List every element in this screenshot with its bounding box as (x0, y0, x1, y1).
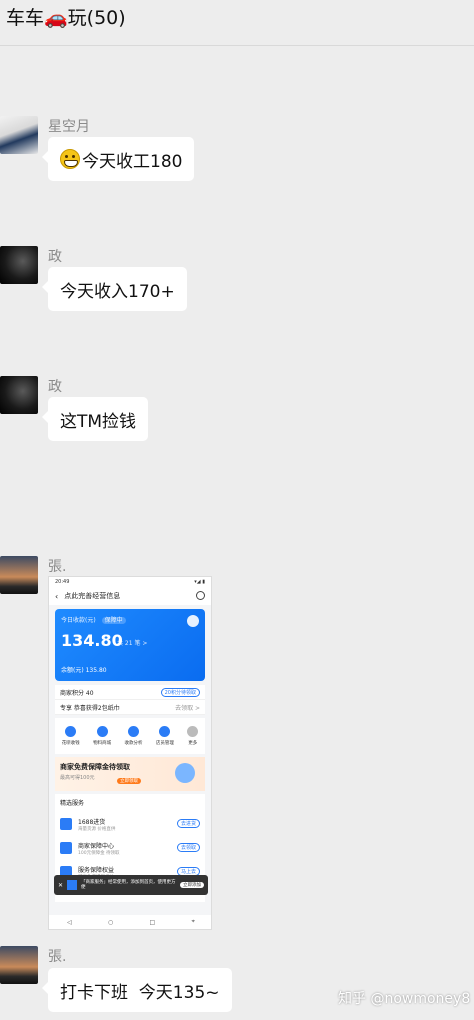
service-sub: 海量货源 价格直供 (78, 826, 116, 832)
grid-label: 收款分析 (124, 741, 143, 746)
grid-item: 物料商城 (93, 726, 111, 746)
protect-badge: 保障中 (101, 617, 126, 624)
income-card: 今日收款(元) 保障中 134.80 共 21 笔 > 余额(元) 135.80 (55, 609, 205, 681)
message-bubble[interactable]: 这TM捡钱 (41, 397, 149, 441)
grid-label: 更多 (188, 741, 198, 746)
feature-icon (159, 726, 171, 737)
feature-icon (96, 726, 108, 737)
service-title: 1688进货 (78, 818, 106, 826)
promo-illustration (175, 763, 195, 783)
speaker-icon (187, 615, 199, 627)
message-text: 今天收入170+ (60, 281, 175, 302)
service-item: 1688进货 海量货源 价格直供 去进货 (60, 812, 200, 836)
service-title: 商家保障中心 (78, 842, 115, 850)
promo-banner: 商家免费保障金待领取 最高可得100元 立即领取 (55, 757, 205, 791)
grid-label: 店员管理 (155, 741, 174, 746)
sender-name: 政 (48, 249, 62, 265)
service-item: 商家保障中心 100元保障金 待领取 去领取 (60, 836, 200, 860)
service-button: 去领取 (176, 843, 200, 852)
more-icon (187, 726, 199, 737)
watermark: 知乎 @nowmoney8 (338, 991, 471, 1007)
close-icon: ✕ (58, 881, 64, 889)
service-sub: 100元保障金 待领取 (78, 850, 120, 856)
back-icon: ◁ (67, 918, 72, 926)
grinning-face-emoji (60, 149, 80, 169)
service-button: 去进货 (176, 819, 200, 828)
transaction-count: 共 21 笔 > (117, 640, 148, 647)
back-arrow-icon: ‹ (55, 591, 59, 601)
phone-status-bar: 20:49 ▾◢ ▮ (49, 577, 211, 587)
add-to-home-toast: ✕ 「商家服务」经常使用，添加到首页，使用更方便 立即添加 (54, 875, 208, 895)
toast-text: 「商家服务」经常使用，添加到首页，使用更方便 (81, 879, 176, 890)
grid-label: 花呗收钱 (61, 741, 80, 746)
nav-title: 点此完善经营信息 (64, 592, 121, 600)
section-title: 精选服务 (60, 800, 85, 807)
promo-button: 立即领取 (117, 778, 141, 784)
sender-name: 張. (48, 949, 67, 965)
avatar[interactable] (0, 376, 38, 414)
message-text: 今天收工180 (82, 151, 183, 172)
toast-button: 立即添加 (180, 882, 204, 888)
today-label: 今日收款(元) (61, 617, 96, 624)
message-bubble[interactable]: 今天收工180 (41, 137, 195, 181)
balance-text: 余额(元) 135.80 (61, 667, 107, 674)
phone-nav-bar: ‹ 点此完善经营信息 (49, 587, 211, 605)
phone-navigation-bar: ◁ ○ □ ⌖ (49, 915, 211, 929)
message-bubble[interactable]: 今天收入170+ (42, 267, 187, 311)
avatar[interactable] (0, 116, 38, 154)
app-icon (67, 880, 78, 890)
feature-grid: 花呗收钱 物料商城 收款分析 店员管理 更多 (55, 718, 205, 754)
grid-item: 店员管理 (156, 726, 174, 746)
avatar[interactable] (0, 556, 38, 594)
shared-screenshot-image[interactable]: 20:49 ▾◢ ▮ ‹ 点此完善经营信息 今日收款(元) 保障中 134.80… (48, 576, 212, 930)
exclusive-text: 专享 恭喜获得2包纸巾 (60, 704, 120, 712)
grid-item: 收款分析 (124, 726, 142, 746)
home-icon: ○ (108, 918, 114, 926)
sender-name: 張. (48, 559, 67, 575)
message-text: 打卡下班 今天135~ (60, 982, 220, 1003)
feature-icon (127, 726, 139, 737)
message-text: 这TM捡钱 (60, 411, 137, 432)
shield-icon (60, 842, 72, 854)
grid-item: 更多 (187, 726, 199, 746)
grid-label: 物料商城 (93, 741, 112, 746)
points-label: 商家积分 40 (60, 689, 94, 697)
gear-icon (196, 591, 205, 600)
assist-icon: ⌖ (191, 918, 195, 925)
avatar[interactable] (0, 946, 38, 984)
grid-item: 花呗收钱 (62, 726, 80, 746)
points-row: 商家积分 40 20积分待领取 (55, 685, 205, 700)
message-bubble[interactable]: 打卡下班 今天135~ (42, 968, 232, 1012)
chat-title-bar: 车车🚗玩(50) (0, 0, 474, 46)
today-amount: 134.80 (61, 631, 123, 650)
service-title: 服务保障权益 (78, 866, 115, 874)
sender-name: 政 (48, 379, 62, 395)
points-button: 20积分待领取 (160, 687, 200, 697)
feature-icon (65, 726, 77, 737)
sender-name: 星空月 (48, 119, 90, 135)
recents-icon: □ (149, 918, 156, 926)
chat-title: 车车🚗玩(50) (6, 7, 126, 29)
status-time: 20:49 (55, 579, 70, 585)
exclusive-more: 去领取 > (175, 704, 200, 712)
status-icons: ▾◢ ▮ (194, 579, 205, 585)
cart-icon (60, 818, 72, 830)
exclusive-row: 专享 恭喜获得2包纸巾 去领取 > (55, 700, 205, 715)
avatar[interactable] (0, 246, 38, 284)
